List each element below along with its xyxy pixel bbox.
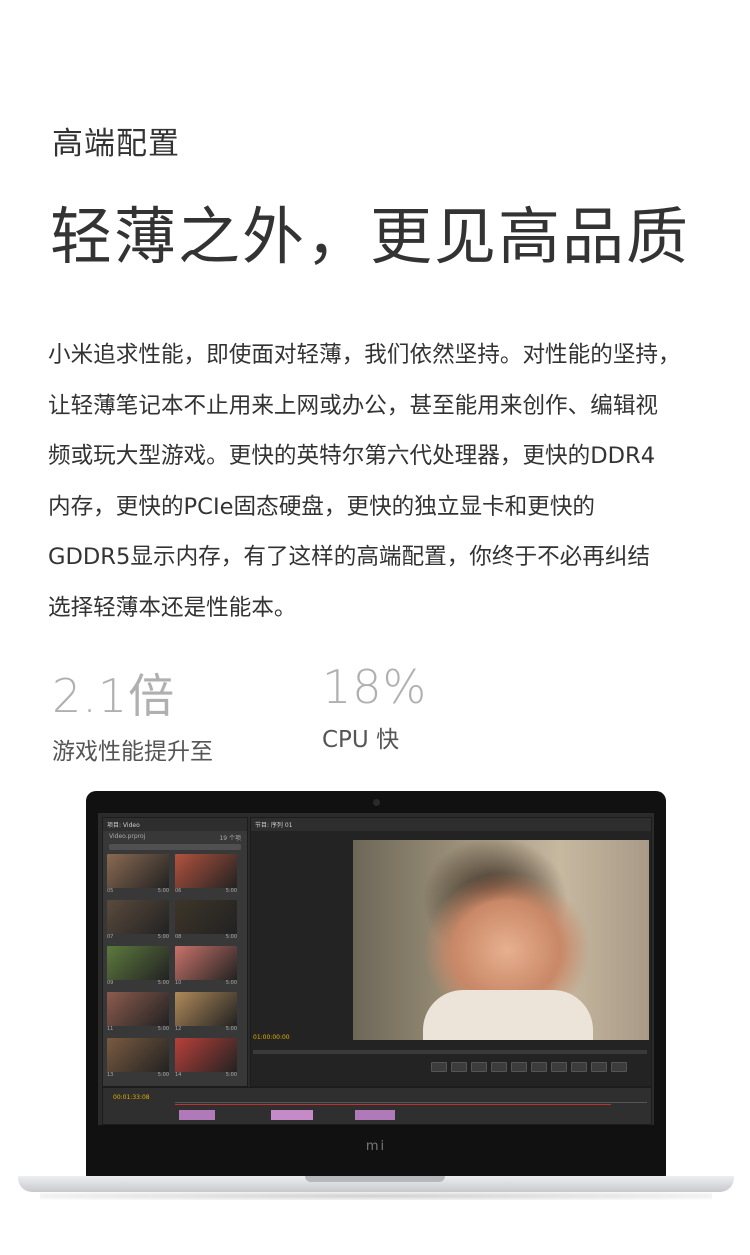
clip-number: 06 bbox=[175, 888, 182, 894]
body-line: 小米追求性能，即使面对轻薄，我们依然坚持。对性能的坚持， bbox=[48, 342, 681, 368]
clip-thumbnail: 09 5:00 bbox=[107, 946, 169, 990]
clip-thumbnail-image bbox=[175, 854, 237, 888]
body-line: 选择轻薄本还是性能本。 bbox=[48, 594, 297, 621]
clip-duration: 5:00 bbox=[225, 980, 237, 986]
video-frame bbox=[353, 840, 649, 1040]
clip-duration: 5:00 bbox=[157, 934, 169, 940]
clip-thumbnail: 07 5:00 bbox=[107, 900, 169, 944]
clip-thumbnail: 14 5:00 bbox=[175, 1038, 237, 1082]
timeline-clip bbox=[355, 1110, 395, 1120]
clip-thumbnail-image bbox=[107, 900, 169, 934]
clip-thumbnail-image bbox=[175, 992, 237, 1026]
clip-thumbnail-image bbox=[175, 1038, 237, 1072]
clip-duration: 5:00 bbox=[157, 1072, 169, 1078]
timeline-render-bar bbox=[175, 1104, 611, 1105]
laptop-screen: 项目: Video Video.prproj 19 个项 05 5:00 06 5:0… bbox=[98, 813, 654, 1125]
project-tab: 项目: Video bbox=[103, 818, 247, 831]
clip-number: 14 bbox=[175, 1072, 182, 1078]
stat-value: 2.1倍 bbox=[52, 669, 176, 723]
ctrl-icon bbox=[491, 1062, 507, 1072]
project-search bbox=[109, 844, 241, 850]
body-line: 让轻薄笔记本不止用来上网或办公，甚至能用来创作、编辑视 bbox=[48, 392, 659, 419]
stat-label: 游戏性能提升至 bbox=[52, 739, 213, 765]
clip-duration: 5:00 bbox=[157, 888, 169, 894]
laptop-shadow bbox=[40, 1192, 712, 1200]
ctrl-icon bbox=[591, 1062, 607, 1072]
clip-number: 08 bbox=[175, 934, 182, 940]
webcam-icon bbox=[373, 799, 380, 806]
stat-value: 18% bbox=[322, 660, 428, 714]
body-paragraph: 小米追求性能，即使面对轻薄，我们依然坚持。对性能的坚持， 让轻薄笔记本不止用来上… bbox=[48, 330, 728, 633]
clip-thumbnail: 13 5:00 bbox=[107, 1038, 169, 1082]
clip-duration: 5:00 bbox=[157, 1026, 169, 1032]
clip-thumbnail-image bbox=[175, 900, 237, 934]
monitor-tab: 节目: 序列 01 bbox=[251, 818, 651, 831]
laptop-notch bbox=[305, 1176, 445, 1182]
ctrl-icon bbox=[451, 1062, 467, 1072]
body-line: 内存，更快的PCIe固态硬盘，更快的独立显卡和更快的 bbox=[48, 493, 596, 520]
ctrl-icon bbox=[531, 1062, 547, 1072]
playback-controls bbox=[431, 1062, 641, 1072]
program-monitor: 节目: 序列 01 01:00:00:00 bbox=[250, 817, 652, 1087]
clip-thumbnail: 08 5:00 bbox=[175, 900, 237, 944]
clip-duration: 5:00 bbox=[225, 1026, 237, 1032]
clip-thumbnail-image bbox=[107, 1038, 169, 1072]
ctrl-icon bbox=[431, 1062, 447, 1072]
laptop-image: 项目: Video Video.prproj 19 个项 05 5:00 06 5:0… bbox=[86, 791, 666, 1177]
mi-logo: mi bbox=[365, 1139, 387, 1154]
clip-thumbnail: 05 5:00 bbox=[107, 854, 169, 898]
timeline-clip bbox=[271, 1110, 313, 1120]
timeline-timecode: 00:01:33:08 bbox=[113, 1094, 150, 1101]
clip-duration: 5:00 bbox=[225, 934, 237, 940]
timeline-panel: 00:01:33:08 bbox=[102, 1087, 652, 1125]
stat-gaming: 2.1倍 游戏性能提升至 bbox=[52, 660, 213, 766]
clip-duration: 5:00 bbox=[225, 1072, 237, 1078]
ctrl-icon bbox=[571, 1062, 587, 1072]
clip-thumbnail-image bbox=[107, 854, 169, 888]
clip-number: 05 bbox=[107, 888, 114, 894]
ctrl-icon bbox=[611, 1062, 627, 1072]
ctrl-icon bbox=[471, 1062, 487, 1072]
stat-label: CPU 快 bbox=[322, 727, 400, 753]
timeline-ruler bbox=[175, 1096, 647, 1103]
section-headline: 轻薄之外，更见高品质 bbox=[50, 200, 691, 273]
clip-thumbnail: 11 5:00 bbox=[107, 992, 169, 1036]
clip-thumbnail: 12 5:00 bbox=[175, 992, 237, 1036]
ctrl-icon bbox=[551, 1062, 567, 1072]
section-eyebrow: 高端配置 bbox=[52, 126, 180, 162]
clip-thumbnail-image bbox=[107, 946, 169, 980]
clip-number: 13 bbox=[107, 1072, 114, 1078]
timeline-clip bbox=[179, 1110, 215, 1120]
clip-number: 10 bbox=[175, 980, 182, 986]
body-line: 频或玩大型游戏。更快的英特尔第六代处理器，更快的DDR4 bbox=[48, 443, 656, 469]
clip-thumbnail-image bbox=[107, 992, 169, 1026]
clip-number: 11 bbox=[107, 1026, 114, 1032]
project-panel: 项目: Video Video.prproj 19 个项 05 5:00 06 5:0… bbox=[102, 817, 248, 1087]
body-line: GDDR5显示内存，有了这样的高端配置，你终于不必再纠结 bbox=[48, 544, 651, 570]
clip-thumbnail: 06 5:00 bbox=[175, 854, 237, 898]
monitor-timecode: 01:00:00:00 bbox=[253, 1034, 290, 1041]
clip-number: 12 bbox=[175, 1026, 182, 1032]
clip-thumbnail-image bbox=[175, 946, 237, 980]
clip-duration: 5:00 bbox=[157, 980, 169, 986]
stat-cpu: 18% CPU 快 bbox=[322, 660, 427, 754]
clip-duration: 5:00 bbox=[225, 888, 237, 894]
clip-number: 07 bbox=[107, 934, 114, 940]
project-file: Video.prproj 19 个项 bbox=[109, 833, 241, 842]
clip-thumbnail: 10 5:00 bbox=[175, 946, 237, 990]
scrub-bar bbox=[253, 1050, 647, 1054]
ctrl-icon bbox=[511, 1062, 527, 1072]
clip-number: 09 bbox=[107, 980, 114, 986]
